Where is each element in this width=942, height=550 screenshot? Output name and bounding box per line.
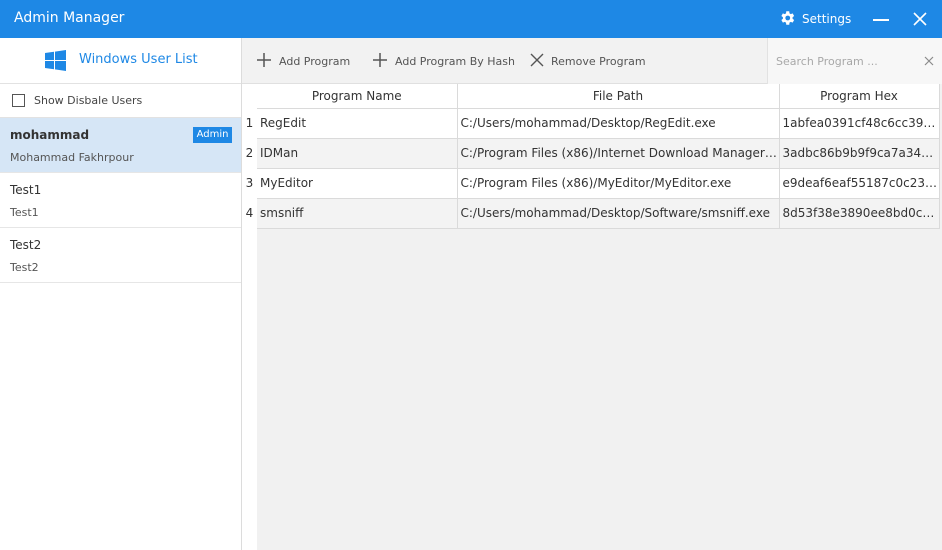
add-program-button[interactable]: Add Program [256,50,350,72]
user-fullname: Test2 [10,261,39,274]
show-disabled-checkbox[interactable] [12,94,25,107]
user-fullname: Mohammad Fakhrpour [10,151,134,164]
cell-program-name[interactable]: RegEdit [257,108,458,139]
show-disabled-label: Show Disbale Users [34,94,143,107]
cell-file-path[interactable]: C:/Program Files (x86)/Internet Download… [457,138,780,169]
cell-program-name[interactable]: smsniff [257,198,458,229]
table-row[interactable]: MyEditor C:/Program Files (x86)/MyEditor… [257,168,940,199]
program-grid: 1 2 3 4 Program Name File Path Program H… [242,84,942,550]
row-number: 1 [245,116,254,130]
cell-file-path[interactable]: C:/Program Files (x86)/MyEditor/MyEditor… [457,168,780,199]
user-list-header: Windows User List [0,38,241,84]
settings-label: Settings [802,12,852,26]
user-name: Test2 [10,238,42,252]
clear-icon[interactable] [923,55,935,70]
windows-logo-icon [45,50,66,74]
table-header: Program Name File Path Program Hex [257,84,940,109]
user-name: mohammad [10,128,90,142]
cell-program-hex[interactable]: 1abfea0391cf48c6cc393f... [779,108,940,139]
cell-program-name[interactable]: IDMan [257,138,458,169]
row-number: 3 [245,176,254,190]
admin-badge: Admin [193,127,232,143]
cell-program-hex[interactable]: 3adbc86b9b9f9ca7a3421... [779,138,940,169]
close-icon[interactable] [906,6,934,32]
user-item-test1[interactable]: Test1 Test1 [0,173,241,228]
title-bar: Admin Manager Settings [0,0,942,38]
program-table: Program Name File Path Program Hex RegEd… [257,84,940,229]
remove-program-button[interactable]: Remove Program [530,50,646,72]
user-list-panel: Windows User List Show Disbale Users moh… [0,38,242,550]
search-box [767,38,942,84]
window-title: Admin Manager [14,10,125,26]
plus-icon [372,52,388,71]
add-program-by-hash-button[interactable]: Add Program By Hash [372,50,515,72]
user-item-test2[interactable]: Test2 Test2 [0,228,241,283]
x-icon [530,53,544,70]
table-row[interactable]: RegEdit C:/Users/mohammad/Desktop/RegEdi… [257,108,940,139]
user-list-title: Windows User List [79,52,198,67]
user-item-mohammad[interactable]: mohammad Admin Mohammad Fakhrpour [0,118,241,173]
cell-file-path[interactable]: C:/Users/mohammad/Desktop/Software/smsni… [457,198,780,229]
cell-program-hex[interactable]: 8d53f38e3890ee8bd0ca9... [779,198,940,229]
row-number-column: 1 2 3 4 [242,84,257,550]
gear-icon [778,9,796,30]
cell-program-hex[interactable]: e9deaf6eaf55187c0c23c... [779,168,940,199]
column-header-file-path[interactable]: File Path [457,84,780,109]
show-disabled-users-toggle[interactable]: Show Disbale Users [0,85,241,118]
minimize-icon[interactable] [866,6,894,32]
table-row[interactable]: IDMan C:/Program Files (x86)/Internet Do… [257,138,940,169]
plus-icon [256,52,272,71]
add-program-by-hash-label: Add Program By Hash [395,54,515,68]
cell-file-path[interactable]: C:/Users/mohammad/Desktop/RegEdit.exe [457,108,780,139]
cell-program-name[interactable]: MyEditor [257,168,458,199]
table-row[interactable]: smsniff C:/Users/mohammad/Desktop/Softwa… [257,198,940,229]
row-number: 2 [245,146,254,160]
add-program-label: Add Program [279,54,351,68]
settings-button[interactable]: Settings [778,9,851,29]
search-input[interactable] [776,51,916,71]
user-name: Test1 [10,183,42,197]
program-toolbar: Add Program Add Program By Hash Remove P… [242,38,942,84]
column-header-program-hex[interactable]: Program Hex [779,84,940,109]
column-header-program-name[interactable]: Program Name [257,84,458,109]
user-fullname: Test1 [10,206,39,219]
remove-program-label: Remove Program [551,54,646,68]
row-number: 4 [245,206,254,220]
